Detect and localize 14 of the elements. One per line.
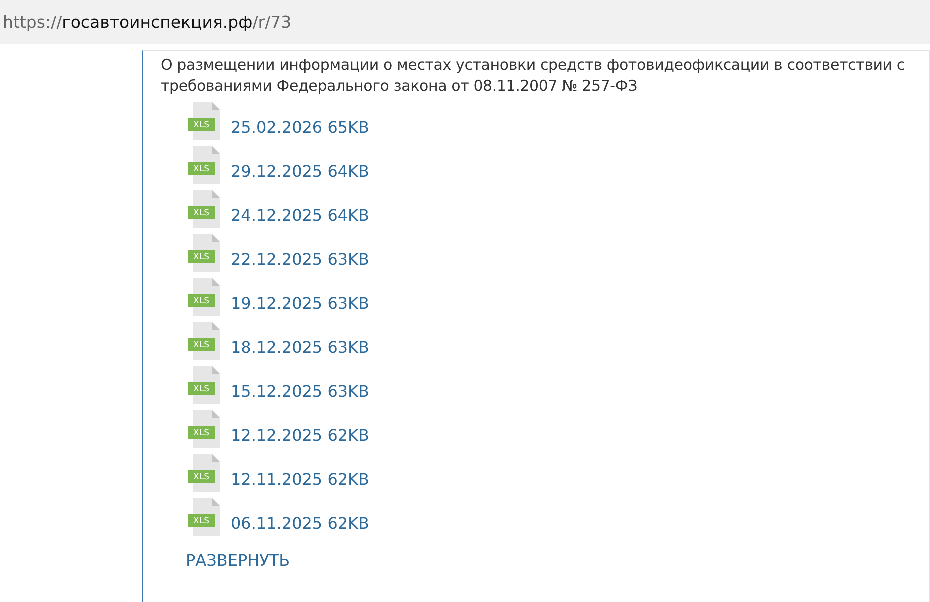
file-link[interactable]: 25.02.2026 65KB [231, 118, 370, 137]
file-link[interactable]: 15.12.2025 63KB [231, 382, 370, 401]
expand-link[interactable]: РАЗВЕРНУТЬ [186, 551, 290, 570]
file-link[interactable]: 06.11.2025 62KB [231, 514, 370, 533]
file-link[interactable]: 18.12.2025 63KB [231, 338, 370, 357]
file-link[interactable]: 12.11.2025 62KB [231, 470, 370, 489]
description-text: О размещении информации о местах установки средств фотовидеофиксации в соответствии с требованиями Федерального закона от 08.11.2007 № 257-ФЗ [161, 55, 906, 97]
file-link[interactable]: 29.12.2025 64KB [231, 162, 370, 181]
file-link[interactable]: 12.12.2025 62KB [231, 426, 370, 445]
file-link[interactable]: 24.12.2025 64KB [231, 206, 370, 225]
file-link[interactable]: 19.12.2025 63KB [231, 294, 370, 313]
url-text: https://госавтоинспекция.рф/r/73 [3, 12, 292, 32]
file-link[interactable]: 22.12.2025 63KB [231, 250, 370, 269]
address-bar[interactable]: https://госавтоинспекция.рф/r/73 [0, 0, 930, 44]
